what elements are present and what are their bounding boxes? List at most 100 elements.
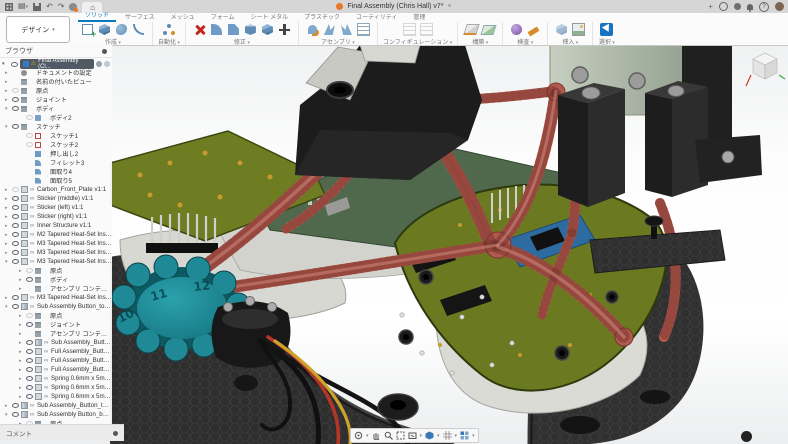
chamfer-icon[interactable] xyxy=(226,22,241,37)
expand-arrow-icon[interactable] xyxy=(19,358,26,364)
browser-tree-item[interactable]: Sticker (right) v1:1 xyxy=(0,212,112,221)
expand-arrow-icon[interactable] xyxy=(19,394,26,400)
visibility-eye-icon[interactable] xyxy=(26,394,35,399)
expand-arrow-icon[interactable] xyxy=(5,403,12,409)
expand-arrow-icon[interactable] xyxy=(5,205,12,211)
visibility-eye-icon[interactable] xyxy=(26,313,35,318)
fillet-icon[interactable] xyxy=(209,22,224,37)
visibility-eye-icon[interactable] xyxy=(12,250,21,255)
file-menu-icon[interactable]: ▤▾ xyxy=(18,0,28,14)
browser-tree-item[interactable]: M3 Tapered Heat-Set Inserts... xyxy=(0,248,112,257)
automated-modeling-icon[interactable] xyxy=(161,22,176,37)
view-cube[interactable] xyxy=(744,48,786,90)
display-settings-icon[interactable] xyxy=(425,431,434,440)
browser-tree-item[interactable]: Full Assembly_Button_top... xyxy=(0,347,112,356)
comments-bar[interactable]: コメント xyxy=(0,424,124,441)
browser-tree-item[interactable]: スケッチ2 xyxy=(0,140,112,149)
model-rubber-foot[interactable] xyxy=(640,390,670,404)
expand-arrow-icon[interactable] xyxy=(5,250,12,256)
visibility-eye-icon[interactable] xyxy=(26,385,35,390)
browser-tree-item[interactable]: Sub Assembly_Button Pla... xyxy=(0,338,112,347)
bom-table-icon[interactable] xyxy=(356,22,371,37)
fit-icon[interactable] xyxy=(396,431,405,440)
insert-mesh-icon[interactable] xyxy=(554,22,569,37)
visibility-eye-icon[interactable] xyxy=(26,133,35,138)
model-canvas[interactable]: 10 11 12 xyxy=(110,45,788,444)
visibility-eye-icon[interactable] xyxy=(12,205,21,210)
visibility-eye-icon[interactable] xyxy=(12,106,21,111)
group-label-select[interactable]: 選択 xyxy=(599,37,615,46)
browser-tree-item[interactable]: Sticker (left) v1:1 xyxy=(0,203,112,212)
info-icon[interactable] xyxy=(96,61,102,67)
measure-icon[interactable] xyxy=(509,22,524,37)
browser-tree-item[interactable]: 面取り5 xyxy=(0,176,112,185)
expand-arrow-icon[interactable] xyxy=(5,232,12,238)
visibility-eye-icon[interactable] xyxy=(12,259,21,264)
profile-sync-icon[interactable] xyxy=(69,3,77,11)
browser-tree-item[interactable]: Sub Assembly Button_top_le... xyxy=(0,302,112,311)
visibility-eye-icon[interactable] xyxy=(26,358,35,363)
app-grid-icon[interactable] xyxy=(5,3,13,11)
expand-arrow-icon[interactable] xyxy=(5,196,12,202)
expand-arrow-icon[interactable] xyxy=(19,322,26,328)
browser-tree-item[interactable]: アセンブリ コンテキスト xyxy=(0,329,112,338)
undo-icon[interactable]: ↶ xyxy=(46,0,53,13)
group-label-assemble[interactable]: アセンブリ xyxy=(321,37,355,46)
visibility-eye-icon[interactable] xyxy=(12,241,21,246)
visibility-eye-icon[interactable] xyxy=(12,223,21,228)
save-icon[interactable] xyxy=(33,3,41,11)
pipe-icon[interactable] xyxy=(131,22,146,37)
browser-tree-item[interactable]: ジョイント xyxy=(0,320,112,329)
visibility-eye-icon[interactable] xyxy=(12,196,21,201)
toolbar-tab[interactable]: ユーティリティ xyxy=(349,12,404,22)
new-component-icon[interactable] xyxy=(305,22,320,37)
browser-tree-item[interactable]: Sub Assembly Button_botto... xyxy=(0,410,112,419)
orbit-icon[interactable] xyxy=(354,431,363,440)
browser-tree-item[interactable]: 名前の付いたビュー xyxy=(0,77,112,86)
section-analysis-icon[interactable] xyxy=(526,22,541,37)
avatar[interactable] xyxy=(775,2,784,11)
browser-filter-icon[interactable] xyxy=(102,49,107,54)
display-state-icon[interactable] xyxy=(104,61,110,67)
expand-arrow-icon[interactable] xyxy=(19,331,26,337)
expand-arrow-icon[interactable] xyxy=(19,340,26,346)
comments-icon[interactable] xyxy=(113,431,118,436)
expand-arrow-icon[interactable] xyxy=(19,376,26,382)
form-icon[interactable] xyxy=(114,22,129,37)
browser-tree-item[interactable]: Sub Assembly_Button_top_ri... xyxy=(0,401,112,410)
expand-arrow-icon[interactable] xyxy=(5,70,12,76)
browser-tree-item[interactable]: スケッチ1 xyxy=(0,131,112,140)
grid-settings-icon[interactable] xyxy=(443,431,452,440)
expand-arrow-icon[interactable] xyxy=(19,268,26,274)
toolbar-tab[interactable]: 管理 xyxy=(406,12,432,22)
browser-tree-item[interactable]: Spring 0.6mm x 5mm x 1... xyxy=(0,392,112,401)
shell-icon[interactable] xyxy=(243,22,258,37)
browser-tree-item[interactable]: 原点 xyxy=(0,266,112,275)
close-tab-icon[interactable]: × xyxy=(448,3,452,10)
expand-arrow-icon[interactable] xyxy=(5,106,12,112)
visibility-eye-icon[interactable] xyxy=(26,277,35,282)
expand-arrow-icon[interactable] xyxy=(19,313,26,319)
toolbar-tab[interactable]: サーフェス xyxy=(118,12,162,22)
expand-arrow-icon[interactable] xyxy=(19,367,26,373)
select-tool-icon[interactable] xyxy=(599,22,614,37)
browser-tree-item[interactable]: M3 Tapered Heat-Set Inserts... xyxy=(0,257,112,266)
visibility-eye-icon[interactable] xyxy=(12,88,21,93)
group-label-construct[interactable]: 構築 xyxy=(472,37,488,46)
browser-tree-item[interactable]: Full Assembly_Button_top... xyxy=(0,356,112,365)
browser-tree-item[interactable]: Sticker (middle) v1:1 xyxy=(0,194,112,203)
toolbar-tab[interactable]: フォーム xyxy=(204,12,242,22)
browser-tree-item[interactable]: 面取り4 xyxy=(0,167,112,176)
press-pull-icon[interactable] xyxy=(192,22,207,37)
visibility-eye-icon[interactable] xyxy=(12,403,21,408)
combine-icon[interactable] xyxy=(260,22,275,37)
group-label-inspect[interactable]: 検査 xyxy=(517,37,533,46)
browser-tree-item[interactable]: ボディ xyxy=(0,104,112,113)
browser-tree-item[interactable]: アセンブリ コンテキスト xyxy=(0,284,112,293)
expand-arrow-icon[interactable] xyxy=(5,97,12,103)
visibility-eye-icon[interactable] xyxy=(12,304,21,309)
visibility-eye-icon[interactable] xyxy=(12,124,21,129)
visibility-eye-icon[interactable] xyxy=(26,340,35,345)
visibility-eye-icon[interactable] xyxy=(26,268,35,273)
browser-tree-item[interactable]: M3 Tapered Heat-Set Inserts... xyxy=(0,239,112,248)
